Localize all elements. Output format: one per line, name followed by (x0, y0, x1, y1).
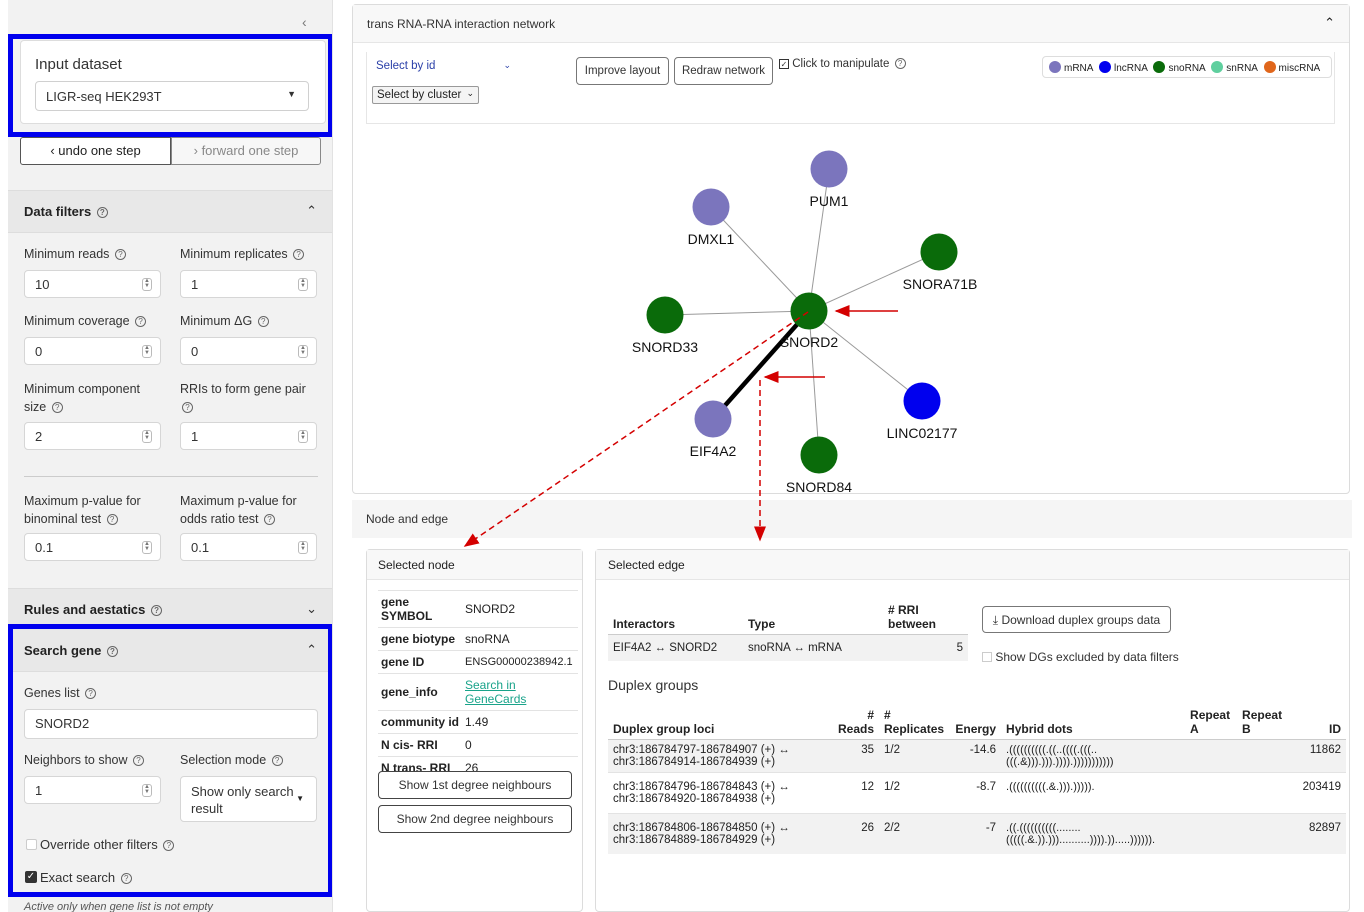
edge-snord84[interactable] (808, 310, 820, 456)
node-label: SNORD84 (786, 479, 852, 495)
node-circle[interactable] (790, 292, 828, 330)
network-node-eif4a2[interactable]: EIF4A2 (690, 400, 737, 460)
node-label: SNORD33 (632, 339, 698, 355)
edge-dmxl1[interactable] (710, 206, 810, 312)
network-node-pum1[interactable]: PUM1 (810, 150, 849, 210)
network-node-snord84[interactable]: SNORD84 (786, 436, 852, 496)
edge-linc02177[interactable] (808, 310, 923, 402)
node-circle[interactable] (800, 436, 838, 474)
node-circle[interactable] (646, 296, 684, 334)
node-label: PUM1 (810, 193, 849, 209)
edge-eif4a2-selected[interactable] (711, 309, 811, 421)
node-label: DMXL1 (688, 231, 735, 247)
edge-snord33[interactable] (664, 310, 810, 316)
node-label: EIF4A2 (690, 443, 737, 459)
node-label: SNORA71B (903, 276, 978, 292)
node-label: LINC02177 (887, 425, 958, 441)
node-label: SNORD2 (780, 334, 839, 350)
network-node-dmxl1[interactable]: DMXL1 (688, 188, 735, 248)
network-node-snord33[interactable]: SNORD33 (632, 296, 698, 356)
node-circle[interactable] (692, 188, 730, 226)
network-node-linc02177[interactable]: LINC02177 (887, 382, 958, 442)
node-circle[interactable] (920, 233, 958, 271)
edge-pum1[interactable] (808, 168, 830, 312)
node-circle[interactable] (810, 150, 848, 188)
node-circle[interactable] (694, 400, 732, 438)
network-graph[interactable]: PUM1 DMXL1 SNORA71B SNORD33 SNORD2 LINC0… (0, 0, 1364, 912)
network-node-snora71b[interactable]: SNORA71B (903, 233, 978, 293)
node-circle[interactable] (903, 382, 941, 420)
